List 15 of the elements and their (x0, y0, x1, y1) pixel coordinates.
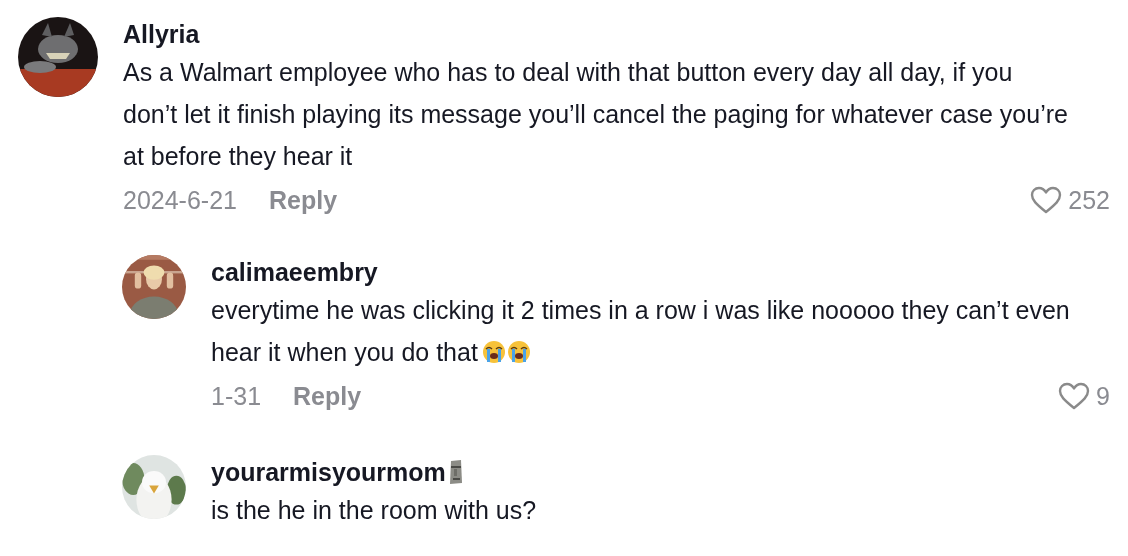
like-count: 252 (1068, 185, 1110, 215)
crying-face-icon (481, 340, 506, 364)
comment-text: everytime he was clicking it 2 times in a row i was like nooooo they can’t even hear it when you do that (211, 295, 1071, 368)
stone-head-icon (447, 459, 464, 485)
like-count: 9 (1096, 381, 1110, 411)
heart-icon[interactable] (1058, 382, 1091, 410)
crying-face-icon (506, 340, 531, 364)
username[interactable]: yourarmisyourmom (211, 457, 446, 487)
username[interactable]: calimaeembry (211, 257, 378, 287)
comment-text: is the he in the room with us? (211, 495, 538, 526)
comment-text: As a Walmart employee who has to deal with that button every day all day, if you don’t let it finish playing its message you’ll cancel the paging for whatever case you’re at before they hear it (123, 57, 1069, 172)
heart-icon[interactable] (1030, 186, 1063, 214)
comment-date: 2024-6-21 (123, 185, 237, 215)
comment-date: 1-31 (211, 381, 262, 411)
username[interactable]: Allyria (123, 19, 200, 49)
